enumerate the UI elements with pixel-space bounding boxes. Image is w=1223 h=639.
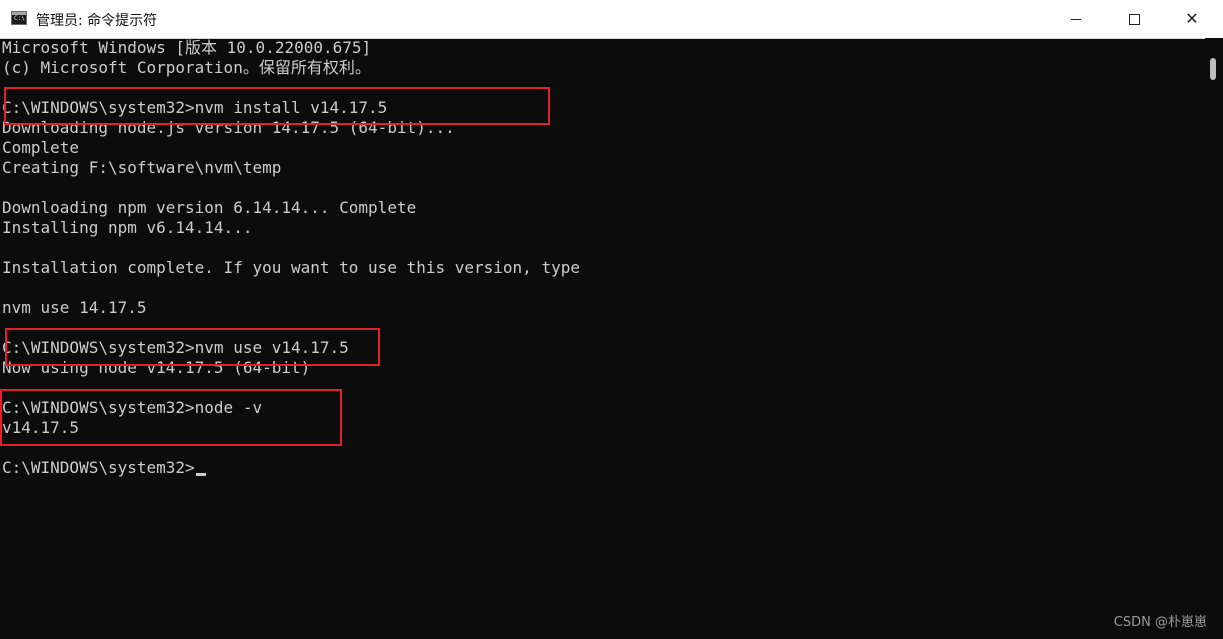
console-line: Installation complete. If you want to us… (2, 258, 580, 277)
minimize-button[interactable] (1047, 0, 1105, 38)
console-line: Creating F:\software\nvm\temp (2, 158, 282, 177)
window-title: 管理员: 命令提示符 (36, 13, 158, 29)
scroll-thumb[interactable] (1210, 58, 1216, 80)
console-line: nvm use 14.17.5 (2, 298, 147, 317)
console-line: v14.17.5 (2, 418, 80, 437)
close-button[interactable]: ✕ (1163, 0, 1221, 38)
console-line: Installing npm v6.14.14... (2, 218, 253, 237)
console-line: Microsoft Windows [版本 10.0.22000.675] (2, 38, 372, 57)
console-line: C:\WINDOWS\system32>nvm use v14.17.5 (2, 338, 349, 357)
console-line: C:\WINDOWS\system32>nvm install v14.17.5 (2, 98, 388, 117)
watermark: CSDN @朴崽崽 (1113, 615, 1207, 630)
command-prompt-window: C:\ 管理员: 命令提示符 ✕ Microsoft Windows [版本 1… (0, 0, 1223, 639)
prompt-line[interactable]: C:\WINDOWS\system32> (2, 458, 1205, 478)
console-output[interactable]: Microsoft Windows [版本 10.0.22000.675] (c… (0, 38, 1205, 639)
maximize-icon (1128, 13, 1140, 25)
console-line: Complete (2, 138, 80, 157)
vertical-scrollbar[interactable] (1205, 38, 1223, 639)
minimize-icon (1071, 18, 1081, 20)
console-line: Now using node v14.17.5 (64-bit) (2, 358, 311, 377)
console-line: C:\WINDOWS\system32>node -v (2, 398, 263, 417)
close-icon: ✕ (1185, 9, 1199, 28)
prompt-text: C:\WINDOWS\system32> (2, 458, 195, 477)
console-line: Downloading npm version 6.14.14... Compl… (2, 198, 417, 217)
text-cursor (195, 473, 206, 476)
maximize-button[interactable] (1105, 0, 1163, 38)
console-line: (c) Microsoft Corporation。保留所有权利。 (2, 58, 371, 77)
console-line: Downloading node.js version 14.17.5 (64-… (2, 118, 455, 137)
title-bar[interactable]: C:\ 管理员: 命令提示符 ✕ (0, 0, 1223, 39)
cmd-app-icon: C:\ (11, 11, 27, 25)
